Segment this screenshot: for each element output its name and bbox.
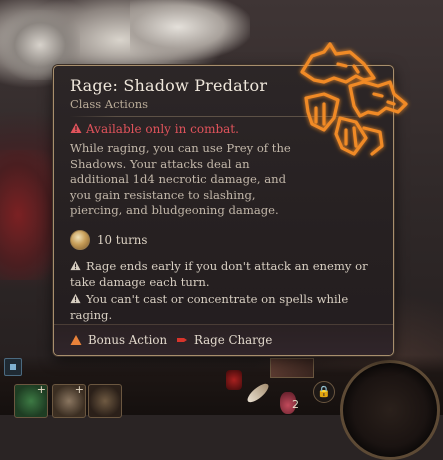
cost-footer: Bonus Action Rage Charge [54,324,393,355]
rage-charge-icon [177,338,187,342]
note-text: You can't cast or concentrate on spells … [70,292,349,322]
wolf-rage-icon [300,42,408,156]
bonus-action-label: Bonus Action [88,333,168,347]
duration-icon [70,230,90,250]
tooltip-title: Rage: Shadow Predator [70,76,268,95]
hotbar-toggle-button[interactable] [4,358,22,376]
warning-icon [70,293,81,304]
hotbar-slot-3[interactable] [88,384,122,418]
note-no-spells: You can't cast or concentrate on spells … [70,292,370,323]
red-gem-item[interactable] [226,370,242,390]
party-portraits[interactable] [270,358,314,378]
end-turn-dial[interactable] [340,360,440,460]
tooltip-subtitle: Class Actions [70,97,149,111]
triangle-icon [70,335,82,345]
plus-icon: + [74,383,84,396]
bonus-action-cost: Bonus Action [70,333,167,347]
combat-warning-text: Available only in combat. [86,122,239,136]
wolf-creature [130,0,250,60]
blood-pool [0,150,60,280]
ability-description: While raging, you can use Prey of the Sh… [70,141,291,218]
note-rage-ends: Rage ends early if you don't attack an e… [70,259,370,290]
combat-warning: Available only in combat. [70,122,239,136]
lock-icon[interactable]: 🔒 [313,381,335,403]
rage-charge-cost: Rage Charge [176,333,272,347]
note-text: Rage ends early if you don't attack an e… [70,259,368,289]
plus-icon: + [36,383,46,396]
rage-charge-label: Rage Charge [194,333,273,347]
duration-text: 10 turns [97,233,148,247]
item-stack-count: 2 [292,398,299,411]
duration-row: 10 turns [70,230,147,250]
warning-icon [70,260,81,271]
hotbar-slot-2[interactable]: + [52,383,86,418]
hotbar-slot-1[interactable]: + [14,383,48,418]
warning-icon [70,123,82,133]
